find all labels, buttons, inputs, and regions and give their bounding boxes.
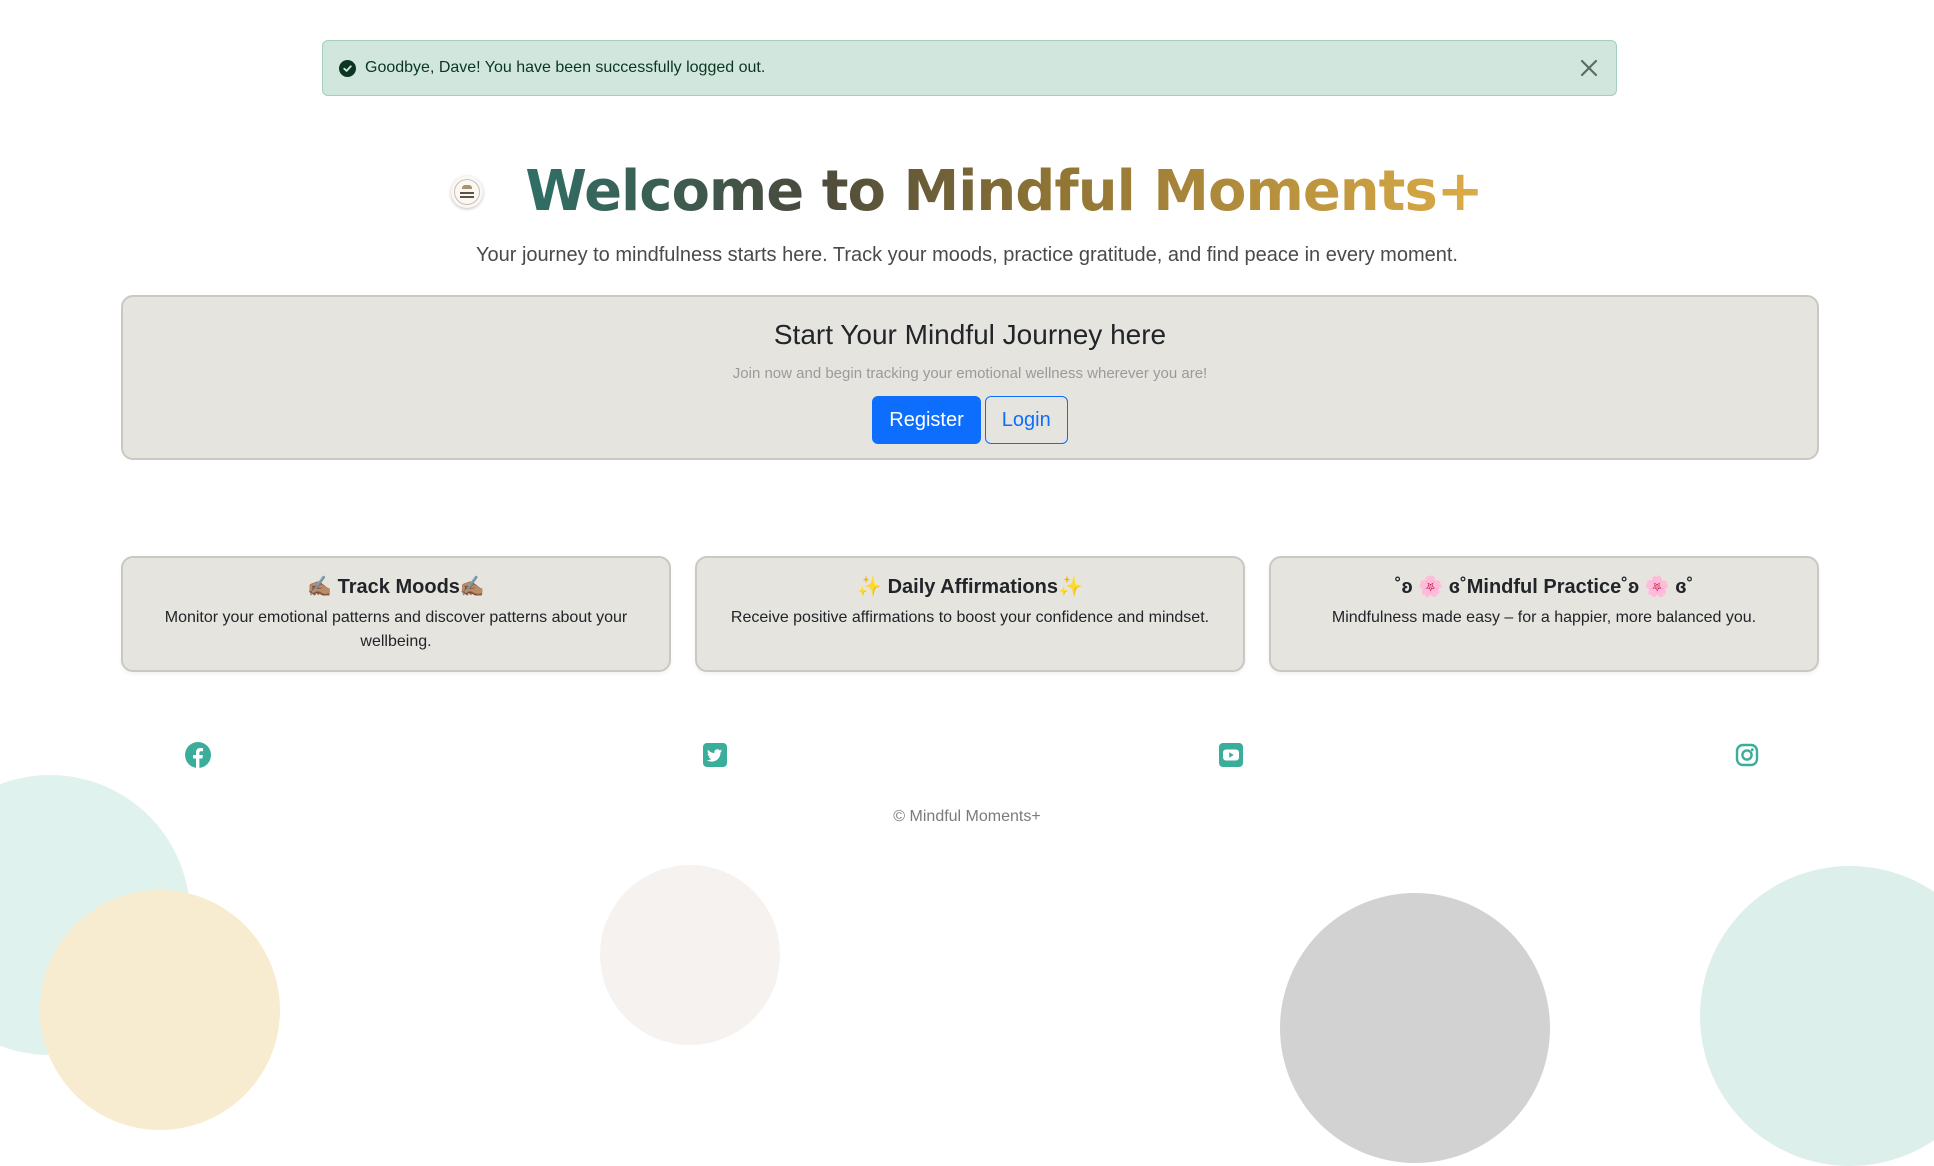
logo-mark-icon — [454, 179, 481, 205]
footer-copyright: © Mindful Moments+ — [893, 808, 1041, 825]
login-button[interactable]: Login — [984, 396, 1068, 444]
cta-panel: Start Your Mindful Journey here Join now… — [121, 295, 1819, 460]
background-circle — [1700, 866, 1934, 1166]
alert-message: Goodbye, Dave! You have been successfull… — [365, 59, 766, 76]
page-title: Welcome to Mindful Moments+ — [525, 152, 1483, 232]
facebook-icon[interactable] — [185, 742, 211, 768]
logo — [451, 176, 484, 208]
card-title: ✍🏽 Track Moods✍🏽 — [307, 576, 485, 598]
close-icon[interactable] — [1578, 57, 1600, 79]
card-text: Receive positive affirmations to boost y… — [730, 609, 1210, 626]
feature-card-track-moods: ✍🏽 Track Moods✍🏽 Monitor your emotional … — [121, 556, 671, 672]
instagram-icon[interactable] — [1734, 742, 1760, 768]
feature-card-daily-affirmations: ✨ Daily Affirmations✨ Receive positive a… — [695, 556, 1245, 672]
card-text: Monitor your emotional patterns and disc… — [164, 609, 628, 650]
card-title: ✨ Daily Affirmations✨ — [857, 576, 1083, 598]
cta-title: Start Your Mindful Journey here — [773, 319, 1167, 350]
youtube-icon[interactable] — [1218, 742, 1244, 768]
feature-card-mindful-practice: ˚ʚ 🌸 ɞ˚Mindful Practice˚ʚ 🌸 ɞ˚ Mindfulne… — [1269, 556, 1819, 672]
background-circle — [40, 890, 280, 1130]
background-circle — [1280, 893, 1550, 1163]
card-text: Mindfulness made easy – for a happier, m… — [1331, 609, 1757, 626]
background-circle — [600, 865, 780, 1045]
twitter-icon[interactable] — [702, 742, 728, 768]
cta-subtitle: Join now and begin tracking your emotion… — [732, 365, 1208, 382]
page-subtitle: Your journey to mindfulness starts here.… — [476, 244, 1458, 266]
hero-header: Welcome to Mindful Moments+ — [0, 152, 1934, 232]
register-button[interactable]: Register — [872, 396, 981, 444]
logout-alert: Goodbye, Dave! You have been successfull… — [322, 40, 1617, 96]
check-circle-icon — [339, 59, 356, 77]
feature-cards: ✍🏽 Track Moods✍🏽 Monitor your emotional … — [121, 556, 1819, 672]
card-title: ˚ʚ 🌸 ɞ˚Mindful Practice˚ʚ 🌸 ɞ˚ — [1394, 576, 1694, 598]
cta-buttons: Register Login — [123, 396, 1817, 444]
